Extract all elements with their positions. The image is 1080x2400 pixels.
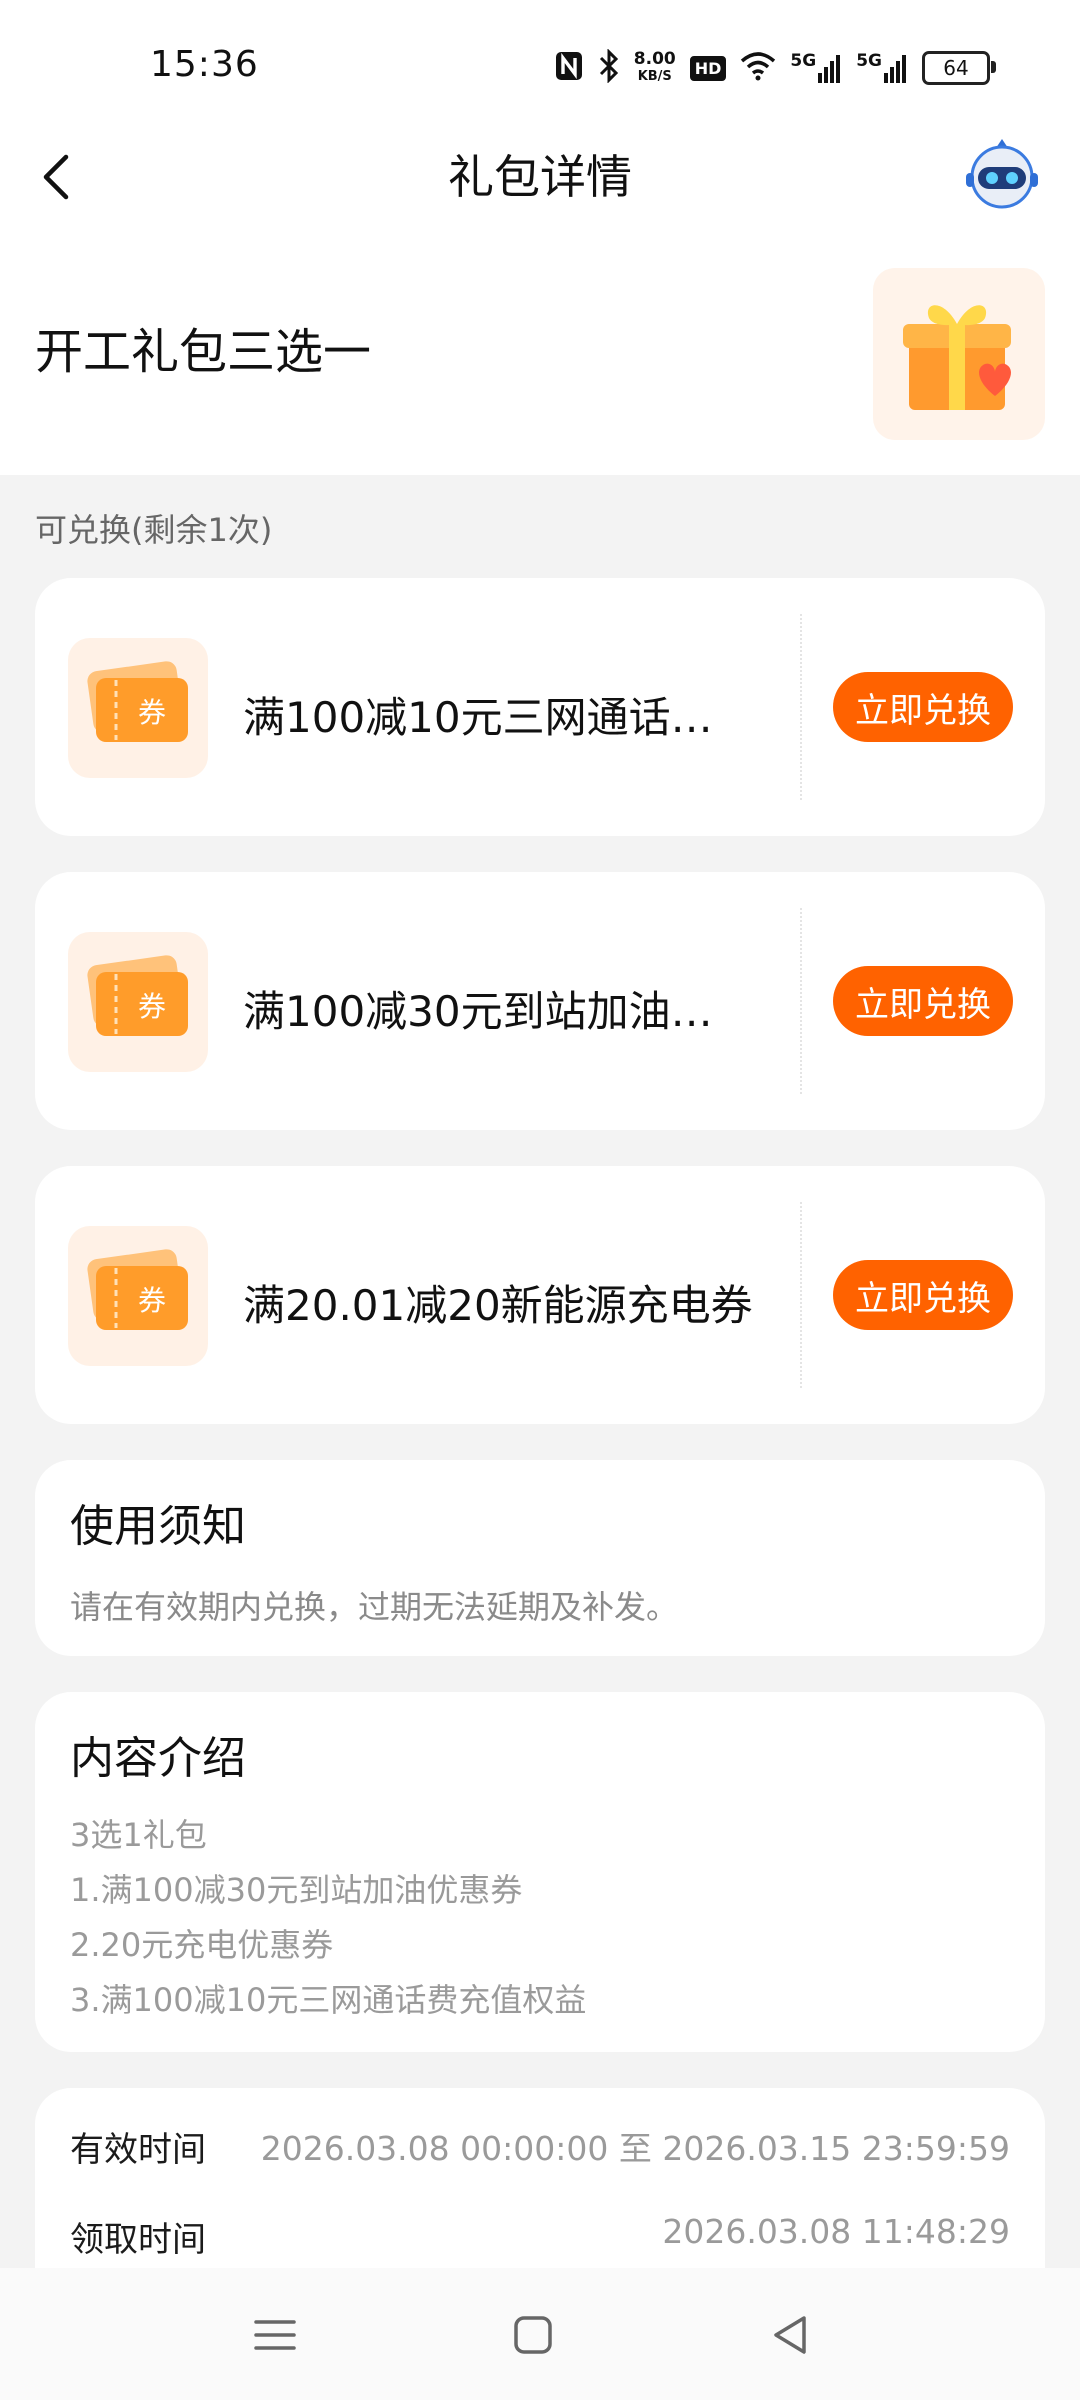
hd-badge: HD bbox=[689, 55, 727, 81]
divider bbox=[800, 908, 802, 1094]
received-time-label: 领取时间 bbox=[70, 2220, 206, 2260]
divider bbox=[800, 614, 802, 800]
coupon-icon-label: 券 bbox=[138, 990, 166, 1023]
available-count: 可兑换(剩余1次) bbox=[35, 511, 273, 549]
package-title: 开工礼包三选一 bbox=[35, 324, 372, 380]
signal-icon-2: 5G bbox=[856, 53, 908, 83]
received-time-value: 2026.03.08 11:48:29 bbox=[662, 2212, 1010, 2251]
voucher-name: 满100减10元三网通话费充值权益 bbox=[243, 693, 753, 742]
signal2-label: 5G bbox=[856, 51, 882, 71]
home-icon[interactable] bbox=[506, 2308, 560, 2362]
page-title: 礼包详情 bbox=[448, 150, 632, 204]
intro-line: 2.20元充电优惠券 bbox=[70, 1926, 334, 1964]
coupon-icon: 券 bbox=[68, 932, 208, 1072]
wifi-icon bbox=[740, 51, 776, 85]
coupon-icon: 券 bbox=[68, 638, 208, 778]
status-time: 15:36 bbox=[150, 44, 259, 85]
divider bbox=[800, 1202, 802, 1388]
valid-time-label: 有效时间 bbox=[70, 2130, 206, 2170]
bluetooth-icon bbox=[598, 48, 620, 87]
net-speed-unit: KB/S bbox=[637, 69, 672, 84]
coupon-icon: 券 bbox=[68, 1226, 208, 1366]
redeem-button[interactable]: 立即兑换 bbox=[833, 672, 1013, 742]
net-speed: 8.00 KB/S bbox=[634, 51, 676, 85]
redeem-button[interactable]: 立即兑换 bbox=[833, 1260, 1013, 1330]
gift-box-icon bbox=[873, 268, 1045, 440]
coupon-icon-label: 券 bbox=[138, 1284, 166, 1317]
nfc-icon bbox=[554, 50, 584, 86]
battery-level: 64 bbox=[943, 56, 969, 80]
usage-notice-title: 使用须知 bbox=[70, 1501, 246, 1552]
net-speed-value: 8.00 bbox=[633, 49, 676, 69]
status-bar: 15:36 8.00 KB/S HD 5G 5G 64 bbox=[0, 0, 1080, 125]
status-icons: 8.00 KB/S HD 5G 5G 64 bbox=[554, 48, 996, 88]
header-bar: 礼包详情 bbox=[0, 125, 1080, 225]
usage-notice-text: 请在有效期内兑换，过期无法延期及补发。 bbox=[70, 1588, 679, 1626]
intro-line: 1.满100减30元到站加油优惠券 bbox=[70, 1871, 523, 1909]
content-intro-card: 内容介绍 3选1礼包 1.满100减30元到站加油优惠券 2.20元充电优惠券 … bbox=[35, 1692, 1045, 2052]
usage-notice-card: 使用须知 请在有效期内兑换，过期无法延期及补发。 bbox=[35, 1460, 1045, 1656]
intro-line: 3选1礼包 bbox=[70, 1816, 207, 1854]
voucher-card: 券 满100减10元三网通话费充值权益 立即兑换 bbox=[35, 578, 1045, 836]
battery-icon: 64 bbox=[922, 51, 996, 85]
voucher-name: 满100减30元到站加油优惠券 bbox=[243, 987, 753, 1036]
robot-assistant-icon[interactable] bbox=[962, 135, 1042, 215]
coupon-icon-label: 券 bbox=[138, 696, 166, 729]
signal-icon: 5G bbox=[790, 53, 842, 83]
voucher-name: 满20.01减20新能源充电券 bbox=[243, 1281, 753, 1330]
system-nav-bar bbox=[0, 2268, 1080, 2400]
menu-icon[interactable] bbox=[248, 2308, 302, 2362]
signal1-label: 5G bbox=[790, 51, 817, 71]
valid-time-value: 2026.03.08 00:00:00 至 2026.03.15 23:59:5… bbox=[260, 2129, 1010, 2168]
voucher-card: 券 满20.01减20新能源充电券 立即兑换 bbox=[35, 1166, 1045, 1424]
intro-line: 3.满100减10元三网通话费充值权益 bbox=[70, 1981, 587, 2019]
back-triangle-icon[interactable] bbox=[764, 2308, 818, 2362]
redeem-button[interactable]: 立即兑换 bbox=[833, 966, 1013, 1036]
content-intro-title: 内容介绍 bbox=[70, 1733, 246, 1784]
voucher-card: 券 满100减30元到站加油优惠券 立即兑换 bbox=[35, 872, 1045, 1130]
